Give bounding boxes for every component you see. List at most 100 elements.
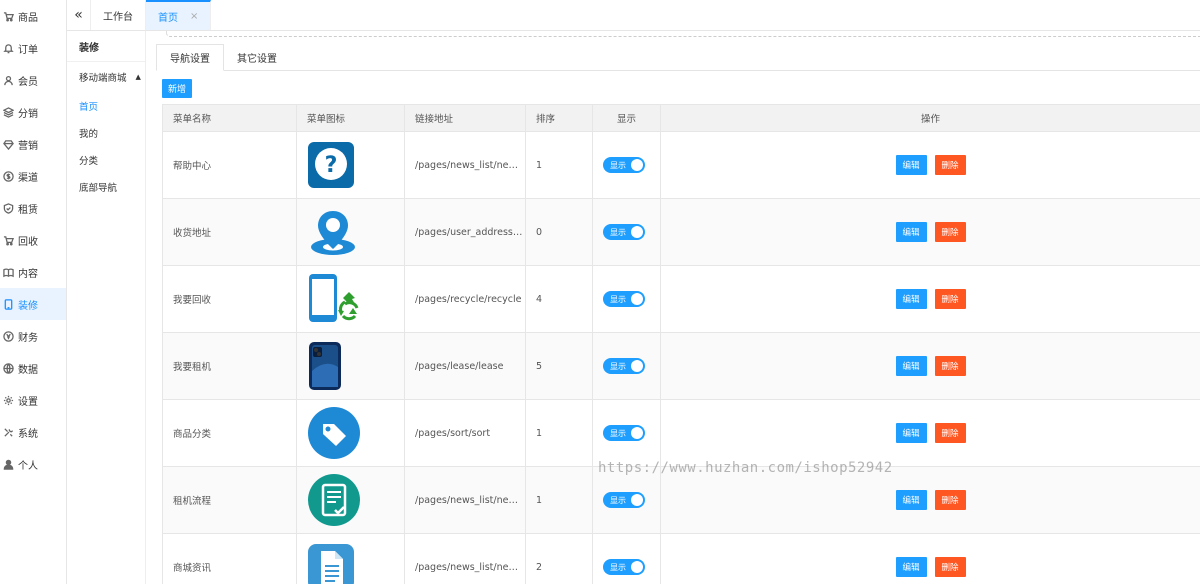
column-header-actions: 操作 [660,104,1200,132]
column-header-link: 链接地址 [404,104,526,132]
sidebar-item[interactable]: 分销 [0,96,66,128]
tab-nav-settings[interactable]: 导航设置 [156,44,224,71]
collapse-sidebar-icon[interactable]: « [67,0,91,30]
menu-icon-cell [296,198,405,266]
delete-button[interactable]: 删除 [934,557,966,577]
menu-icon-cell [296,332,405,400]
top-tab-home[interactable]: 首页 × [146,0,212,30]
diamond-icon [2,138,14,150]
delete-button[interactable]: 删除 [934,289,966,309]
sidebar-item-label: 内容 [18,268,38,280]
edit-button[interactable]: 编辑 [895,490,927,510]
show-toggle[interactable]: 显示 [603,358,645,374]
delete-button[interactable]: 删除 [934,356,966,376]
actions-cell: 编辑 删除 [660,265,1200,333]
sidebar-item[interactable]: 系统 [0,416,66,448]
delete-button[interactable]: 删除 [934,222,966,242]
sidebar-item[interactable]: 数据 [0,352,66,384]
sidebar-item-label: 装修 [18,300,38,312]
toggle-knob [631,226,643,238]
menu-name-cell: 我要回收 [162,265,297,333]
delete-button[interactable]: 删除 [934,423,966,443]
show-toggle[interactable]: 显示 [603,559,645,575]
sidebar-item-label: 设置 [18,396,38,408]
close-tab-icon[interactable]: × [190,11,198,22]
show-toggle[interactable]: 显示 [603,492,645,508]
column-header-icon: 菜单图标 [296,104,405,132]
show-toggle[interactable]: 显示 [603,425,645,441]
subnav-group-mobile-mall[interactable]: 移动端商城 ▲ [67,62,145,92]
document-icon [307,543,404,584]
table-row: 收货地址/pages/user_address/user_address0 显示 编… [162,198,1200,266]
link-cell: /pages/recycle/recycle [404,265,526,333]
smartphone-icon [307,341,404,391]
show-cell: 显示 [592,533,661,584]
subnav-link-category[interactable]: 分类 [67,146,145,173]
subnav-title: 装修 [67,31,145,62]
sidebar-item-label: 订单 [18,44,38,56]
actions-cell: 编辑 删除 [660,399,1200,467]
edit-button[interactable]: 编辑 [895,222,927,242]
location-pin-icon [307,207,404,257]
sidebar-item[interactable]: 设置 [0,384,66,416]
sidebar-item[interactable]: 会员 [0,64,66,96]
sidebar-item[interactable]: 内容 [0,256,66,288]
toggle-label: 显示 [610,294,626,304]
sidebar-item-label: 会员 [18,76,38,88]
show-toggle[interactable]: 显示 [603,157,645,173]
svg-text:?: ? [325,153,338,178]
person-icon [2,458,14,470]
edit-button[interactable]: 编辑 [895,356,927,376]
sidebar-item-label: 租赁 [18,204,38,216]
toggle-knob [631,360,643,372]
main-sidebar: 商品订单会员分销 营销渠道租赁回收内容装修财务数据设置系统个人 [0,0,67,584]
delete-button[interactable]: 删除 [934,490,966,510]
link-cell: /pages/sort/sort [404,399,526,467]
menu-icon-cell [296,265,405,333]
add-button[interactable]: 新增 [162,79,192,98]
actions-cell: 编辑 删除 [660,131,1200,199]
sidebar-item-label: 商品 [18,12,38,24]
edit-button[interactable]: 编辑 [895,423,927,443]
menu-icon-cell [296,399,405,467]
sidebar-item[interactable]: 商品 [0,0,66,32]
sidebar-item[interactable]: 渠道 [0,160,66,192]
subnav-link-mine[interactable]: 我的 [67,119,145,146]
edit-button[interactable]: 编辑 [895,557,927,577]
subnav-link-bottom-nav[interactable]: 底部导航 [67,173,145,200]
settings-tabs: 导航设置 其它设置 [156,44,1200,71]
sort-cell: 2 [525,533,593,584]
sidebar-item-label: 系统 [18,428,38,440]
tab-other-settings[interactable]: 其它设置 [224,44,290,70]
actions-cell: 编辑 删除 [660,332,1200,400]
sort-cell: 1 [525,466,593,534]
toggle-label: 显示 [610,495,626,505]
delete-button[interactable]: 删除 [934,155,966,175]
sort-cell: 1 [525,399,593,467]
top-tab-label: 工作台 [103,11,133,23]
sidebar-item[interactable]: 回收 [0,224,66,256]
bell-icon [2,42,14,54]
sidebar-item[interactable]: 财务 [0,320,66,352]
actions-cell: 编辑 删除 [660,198,1200,266]
actions-cell: 编辑 删除 [660,466,1200,534]
sidebar-item[interactable]: 订单 [0,32,66,64]
dollar-circle-icon [2,170,14,182]
edit-button[interactable]: 编辑 [895,155,927,175]
subnav-link-home[interactable]: 首页 [67,92,145,119]
menu-name-cell: 商城资讯 [162,533,297,584]
sidebar-item[interactable]: 租赁 [0,192,66,224]
sidebar-item[interactable]: 装修 [0,288,66,320]
sidebar-item-label: 渠道 [18,172,38,184]
top-tab-workbench[interactable]: 工作台 [91,0,146,30]
show-toggle[interactable]: 显示 [603,291,645,307]
show-cell: 显示 [592,399,661,467]
sidebar-item[interactable]: 营销 [0,128,66,160]
link-cell: /pages/news_list/news_list [404,533,526,584]
sidebar-item[interactable]: 个人 [0,448,66,480]
show-cell: 显示 [592,332,661,400]
sidebar-item-label: 数据 [18,364,38,376]
show-toggle[interactable]: 显示 [603,224,645,240]
edit-button[interactable]: 编辑 [895,289,927,309]
column-header-sort: 排序 [525,104,593,132]
